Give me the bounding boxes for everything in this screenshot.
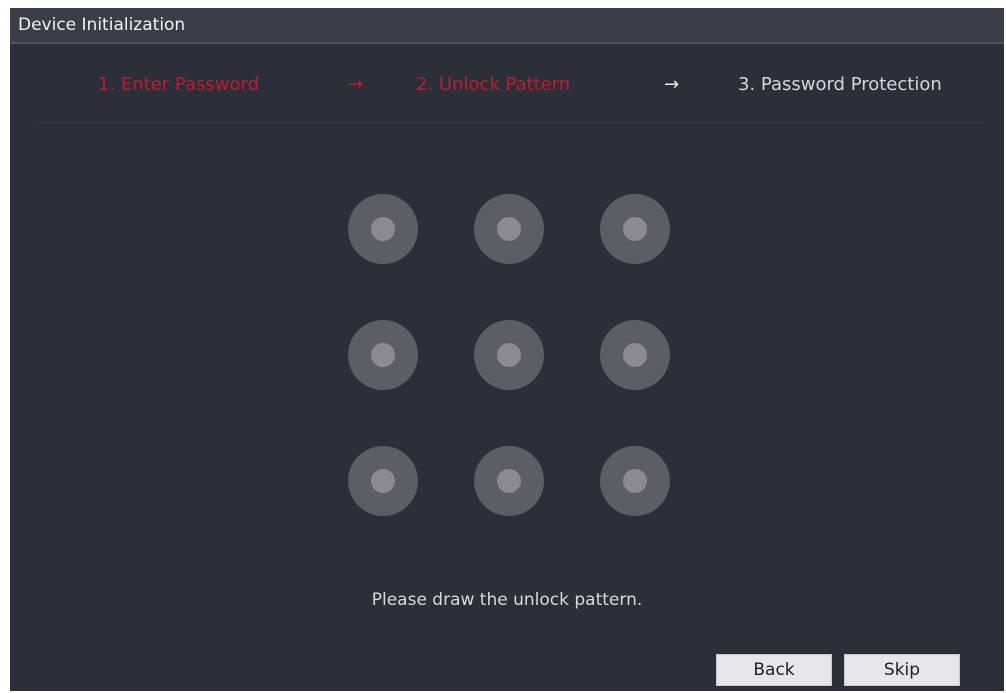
pattern-hint-text: Please draw the unlock pattern. bbox=[371, 590, 643, 610]
skip-button[interactable]: Skip bbox=[844, 654, 960, 686]
pattern-dot-4[interactable] bbox=[348, 320, 418, 390]
pattern-dot-center bbox=[497, 217, 521, 241]
pattern-dot-8[interactable] bbox=[474, 446, 544, 516]
pattern-dot-center bbox=[623, 343, 647, 367]
pattern-dot-1[interactable] bbox=[348, 194, 418, 264]
dialog-title: Device Initialization bbox=[18, 15, 186, 35]
pattern-dot-center bbox=[371, 343, 395, 367]
pattern-dot-3[interactable] bbox=[600, 194, 670, 264]
pattern-dot-center bbox=[497, 343, 521, 367]
pattern-dot-center bbox=[497, 469, 521, 493]
pattern-dot-center bbox=[371, 217, 395, 241]
pattern-dot-5[interactable] bbox=[474, 320, 544, 390]
divider bbox=[36, 122, 984, 123]
pattern-dot-9[interactable] bbox=[600, 446, 670, 516]
pattern-dot-6[interactable] bbox=[600, 320, 670, 390]
pattern-dot-center bbox=[371, 469, 395, 493]
step-arrow-icon: → bbox=[348, 74, 364, 95]
title-bar: Device Initialization bbox=[10, 8, 1004, 44]
step-arrow-icon: → bbox=[664, 74, 680, 95]
back-button[interactable]: Back bbox=[716, 654, 832, 686]
pattern-dot-center bbox=[623, 469, 647, 493]
device-initialization-dialog: Device Initialization 1. Enter Password … bbox=[10, 8, 1004, 691]
unlock-pattern-grid[interactable] bbox=[348, 194, 670, 516]
pattern-dot-2[interactable] bbox=[474, 194, 544, 264]
step-indicator: 1. Enter Password → 2. Unlock Pattern → … bbox=[10, 72, 1004, 98]
pattern-dot-7[interactable] bbox=[348, 446, 418, 516]
step-password-protection: 3. Password Protection bbox=[738, 74, 942, 95]
step-unlock-pattern: 2. Unlock Pattern bbox=[416, 74, 571, 95]
pattern-dot-center bbox=[623, 217, 647, 241]
step-enter-password: 1. Enter Password bbox=[98, 74, 260, 95]
